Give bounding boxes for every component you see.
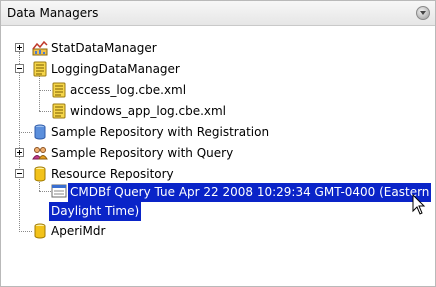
log-file-icon: [52, 103, 66, 119]
query-result-icon: [51, 184, 67, 198]
mouse-cursor-icon: [412, 194, 426, 215]
tree-item-logging-data-manager[interactable]: LoggingDataManager: [1, 59, 435, 79]
tree-item-resource-repository[interactable]: Resource Repository: [1, 164, 435, 184]
log-file-icon: [52, 82, 66, 98]
tree-item-label: access_log.cbe.xml: [70, 83, 187, 97]
tree-item-label-selected-continued: Daylight Time): [49, 202, 142, 221]
data-managers-view: Data Managers StatDataManager LoggingDat…: [0, 0, 436, 287]
users-icon: [32, 147, 48, 160]
tree-item-label: Resource Repository: [51, 167, 174, 181]
view-titlebar: Data Managers: [1, 1, 435, 26]
repository-icon: [34, 166, 46, 182]
tree-item-label: LoggingDataManager: [51, 62, 180, 76]
tree-item-label: Sample Repository with Registration: [51, 125, 270, 139]
tree-connector: [19, 132, 32, 133]
expand-icon[interactable]: [15, 43, 24, 52]
data-manager-icon: [32, 40, 48, 56]
repository-icon: [34, 124, 46, 140]
tree-connector: [19, 231, 32, 232]
tree-item-label-selected: CMDBf Query Tue Apr 22 2008 10:29:34 GMT…: [68, 183, 432, 202]
tree-item-label: Sample Repository with Query: [51, 146, 234, 160]
tree-item-label: AperiMdr: [51, 224, 106, 238]
collapse-icon[interactable]: [15, 169, 24, 178]
view-menu-icon[interactable]: [416, 6, 430, 20]
tree-item-sample-repository-query[interactable]: Sample Repository with Query: [1, 143, 435, 163]
view-title: Data Managers: [7, 6, 99, 20]
tree-item-aperi-mdr[interactable]: AperiMdr: [1, 221, 435, 241]
tree-item-label: windows_app_log.cbe.xml: [70, 104, 227, 118]
log-file-icon: [33, 61, 47, 77]
tree-item-label: StatDataManager: [51, 41, 157, 55]
tree-item-windows-app-log[interactable]: windows_app_log.cbe.xml: [1, 101, 435, 121]
tree-connector: [39, 90, 51, 91]
tree-item-access-log[interactable]: access_log.cbe.xml: [1, 80, 435, 100]
collapse-icon[interactable]: [15, 64, 24, 73]
tree-connector: [39, 111, 51, 112]
tree-item-cmdbf-query[interactable]: CMDBf Query Tue Apr 22 2008 10:29:34 GMT…: [1, 183, 435, 221]
repository-icon: [34, 223, 46, 239]
tree-connector: [39, 191, 51, 192]
expand-icon[interactable]: [15, 148, 24, 157]
tree-item-stat-data-manager[interactable]: StatDataManager: [1, 38, 435, 58]
tree-item-sample-repository-registration[interactable]: Sample Repository with Registration: [1, 122, 435, 142]
